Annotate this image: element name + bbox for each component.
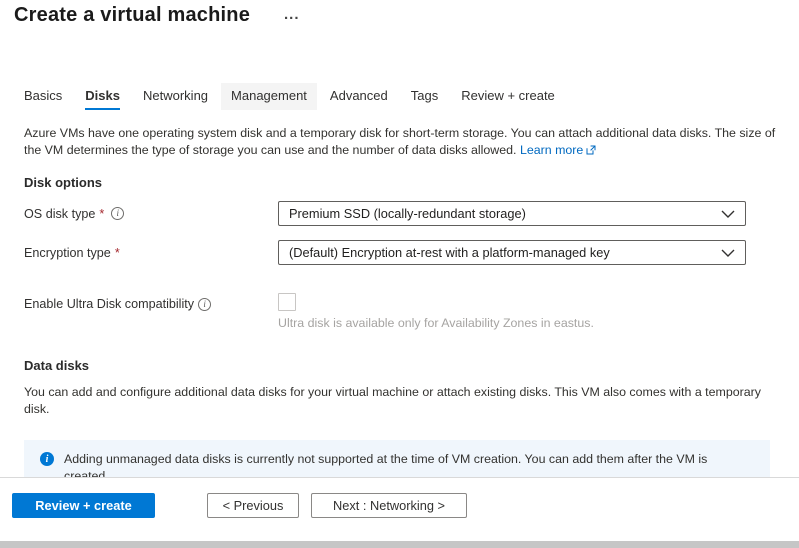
encryption-type-value: (Default) Encryption at-rest with a plat… <box>289 245 610 260</box>
os-disk-type-dropdown[interactable]: Premium SSD (locally-redundant storage) <box>278 201 746 226</box>
data-disks-text: You can add and configure additional dat… <box>24 384 776 417</box>
os-disk-type-row: OS disk type * i Premium SSD (locally-re… <box>24 201 799 226</box>
learn-more-label: Learn more <box>520 143 583 157</box>
create-vm-page: Create a virtual machine ... Basics Disk… <box>0 0 799 548</box>
tab-management[interactable]: Management <box>221 83 317 110</box>
learn-more-link[interactable]: Learn more <box>520 143 596 157</box>
external-link-icon <box>586 143 596 160</box>
review-create-button[interactable]: Review + create <box>12 493 155 518</box>
disks-intro-body: Azure VMs have one operating system disk… <box>24 126 775 157</box>
page-header: Create a virtual machine ... <box>0 0 799 32</box>
encryption-type-label-text: Encryption type <box>24 246 111 260</box>
info-icon[interactable]: i <box>198 298 211 311</box>
encryption-type-row: Encryption type * (Default) Encryption a… <box>24 240 799 265</box>
banner-info-icon: i <box>40 452 54 466</box>
next-networking-button[interactable]: Next : Networking > <box>311 493 467 518</box>
tab-review-create[interactable]: Review + create <box>461 83 555 110</box>
disks-intro-text: Azure VMs have one operating system disk… <box>24 125 776 159</box>
chevron-down-icon <box>721 206 735 221</box>
ultra-disk-label: Enable Ultra Disk compatibility i <box>24 297 278 311</box>
tab-tags[interactable]: Tags <box>411 83 438 110</box>
os-disk-type-value: Premium SSD (locally-redundant storage) <box>289 206 526 221</box>
ultra-disk-helper-text: Ultra disk is available only for Availab… <box>278 316 594 330</box>
encryption-type-label: Encryption type * <box>24 246 278 260</box>
ultra-disk-control: Ultra disk is available only for Availab… <box>278 293 594 330</box>
ultra-disk-checkbox[interactable] <box>278 293 296 311</box>
chevron-down-icon <box>721 245 735 260</box>
required-marker: * <box>115 246 120 260</box>
encryption-type-dropdown[interactable]: (Default) Encryption at-rest with a plat… <box>278 240 746 265</box>
horizontal-scrollbar[interactable] <box>0 541 799 548</box>
os-disk-type-label: OS disk type * i <box>24 207 278 221</box>
tab-disks[interactable]: Disks <box>85 83 120 110</box>
previous-button[interactable]: < Previous <box>207 493 299 518</box>
disk-options-heading: Disk options <box>24 175 799 190</box>
tab-networking[interactable]: Networking <box>143 83 208 110</box>
tab-advanced[interactable]: Advanced <box>330 83 388 110</box>
page-title: Create a virtual machine <box>14 4 250 27</box>
ultra-disk-label-text: Enable Ultra Disk compatibility <box>24 297 194 311</box>
data-disks-heading: Data disks <box>24 358 799 373</box>
wizard-footer: Review + create < Previous Next : Networ… <box>0 477 799 541</box>
more-options-icon[interactable]: ... <box>284 10 300 20</box>
info-icon[interactable]: i <box>111 207 124 220</box>
required-marker: * <box>99 207 104 221</box>
os-disk-type-label-text: OS disk type <box>24 207 95 221</box>
wizard-tabs: Basics Disks Networking Management Advan… <box>24 83 799 110</box>
tab-basics[interactable]: Basics <box>24 83 62 110</box>
ultra-disk-row: Enable Ultra Disk compatibility i Ultra … <box>24 293 799 330</box>
